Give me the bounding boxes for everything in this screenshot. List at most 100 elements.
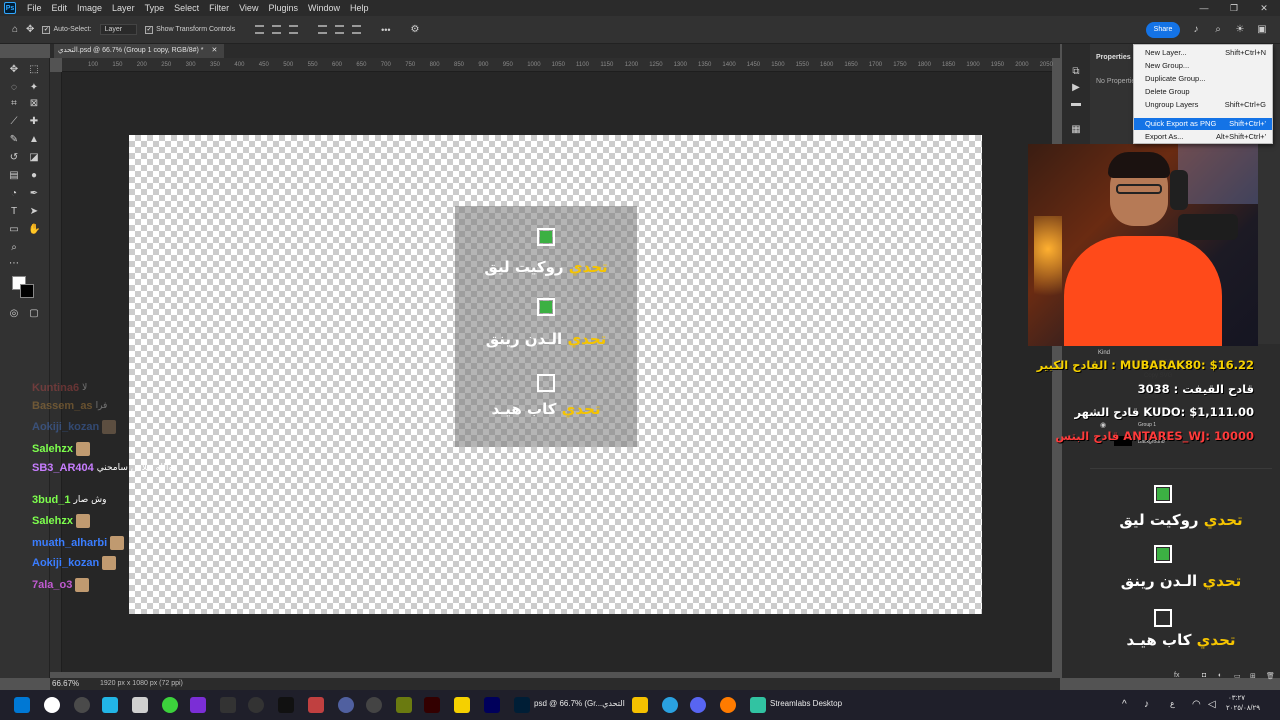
workspace-icon[interactable]: ☀ — [1234, 24, 1246, 36]
gradient-tool-icon[interactable]: ▤ — [8, 170, 20, 182]
background-color-swatch[interactable] — [20, 284, 34, 298]
maps-icon[interactable] — [44, 697, 60, 713]
properties-title[interactable]: Properties — [1096, 54, 1131, 61]
close-button[interactable]: ✕ — [1252, 0, 1276, 16]
streamlabs-icon[interactable] — [750, 697, 766, 713]
play-action-icon[interactable]: ▶ — [1070, 82, 1082, 94]
minimize-button[interactable]: — — [1192, 0, 1216, 16]
settings-gear-icon[interactable]: ⚙ — [411, 24, 420, 35]
menu-help[interactable]: Help — [345, 3, 374, 13]
screen-mode-icon[interactable]: ▢ — [28, 308, 40, 320]
maximize-button[interactable]: ❐ — [1222, 0, 1246, 16]
layer-select-dropdown[interactable]: Layer — [99, 24, 138, 35]
steam-icon[interactable] — [220, 697, 236, 713]
panels-icon[interactable]: ▣ — [1256, 24, 1268, 36]
calculator-icon[interactable] — [132, 697, 148, 713]
context-menu-item[interactable]: New Layer... Shift+Ctrl+N — [1134, 47, 1272, 59]
context-menu-item[interactable]: Quick Export as PNG Shift+Ctrl+' — [1134, 118, 1272, 130]
telegram-icon[interactable] — [662, 697, 678, 713]
menu-plugins[interactable]: Plugins — [263, 3, 303, 13]
menu-window[interactable]: Window — [303, 3, 345, 13]
wifi-icon[interactable]: ◠ — [1192, 699, 1201, 710]
new-layer-icon[interactable]: ⊞ — [1250, 672, 1256, 680]
app-icon[interactable] — [102, 697, 118, 713]
move-tool-icon[interactable]: ✥ — [26, 24, 34, 35]
type-tool-icon[interactable]: T — [8, 206, 20, 218]
stamp-tool-icon[interactable]: ▲ — [28, 134, 40, 146]
volume-icon[interactable]: ◁ — [1208, 699, 1216, 710]
history-panel-icon[interactable]: ⧉ — [1070, 66, 1082, 78]
challenge-group[interactable]: تحدي روكيت ليق تحدي الـدن رينق تحدي كاب … — [455, 206, 637, 447]
xbox-icon[interactable] — [162, 697, 178, 713]
menu-select[interactable]: Select — [169, 3, 204, 13]
illustrator-icon[interactable] — [424, 697, 440, 713]
adjustment-layer-icon[interactable]: ◐ — [1218, 672, 1222, 679]
zoom-tool-icon[interactable]: ⌕ — [8, 242, 20, 254]
hand-tool-icon[interactable]: ✋ — [28, 224, 40, 236]
photoshop-taskbar-label[interactable]: psd @ 66.7% (Gr...التحدي — [534, 699, 625, 708]
align-top-icon[interactable] — [318, 25, 328, 34]
file-explorer-icon[interactable] — [632, 697, 648, 713]
windows-start-icon[interactable] — [14, 697, 30, 713]
discord-icon[interactable] — [690, 697, 706, 713]
streamlabs-taskbar-label[interactable]: Streamlabs Desktop — [770, 699, 842, 708]
context-menu-item[interactable]: Delete Group — [1134, 86, 1272, 98]
path-select-icon[interactable]: ➤ — [28, 206, 40, 218]
context-menu-item[interactable]: Duplicate Group... — [1134, 73, 1272, 85]
chatgpt-icon[interactable] — [366, 697, 382, 713]
stream-deck-icon[interactable] — [278, 697, 294, 713]
align-middle-icon[interactable] — [335, 25, 345, 34]
4k-icon[interactable] — [248, 697, 264, 713]
sticky-notes-icon[interactable] — [454, 697, 470, 713]
blur-tool-icon[interactable]: ● — [28, 170, 40, 182]
menu-image[interactable]: Image — [72, 3, 107, 13]
marquee-tool-icon[interactable]: ⬚ — [28, 64, 40, 76]
libraries-icon[interactable]: ▦ — [1070, 124, 1082, 136]
menu-view[interactable]: View — [234, 3, 263, 13]
obs-icon[interactable] — [74, 697, 90, 713]
zoom-level[interactable]: 66.67% — [52, 679, 79, 688]
shape-tool-icon[interactable]: ▭ — [8, 224, 20, 236]
search-icon[interactable]: ⌕ — [1212, 24, 1224, 36]
show-transform-toggle[interactable]: ✓ Show Transform Controls — [145, 25, 235, 34]
history-brush-icon[interactable]: ↺ — [8, 152, 20, 164]
context-menu-item[interactable]: New Group... — [1134, 60, 1272, 72]
context-menu-item[interactable]: Ungroup Layers Shift+Ctrl+G — [1134, 99, 1272, 111]
photoshop-taskbar-icon[interactable] — [514, 697, 530, 713]
layer-mask-icon[interactable]: ◘ — [1202, 672, 1206, 679]
lasso-tool-icon[interactable]: ◌ — [8, 82, 20, 94]
menu-file[interactable]: File — [22, 3, 47, 13]
align-right-icon[interactable] — [289, 25, 299, 34]
frame-tool-icon[interactable]: ⊠ — [28, 98, 40, 110]
align-center-icon[interactable] — [272, 25, 282, 34]
share-button[interactable]: Share — [1146, 22, 1180, 38]
tray-expand-icon[interactable]: ^ — [1122, 699, 1127, 710]
home-icon[interactable]: ⌂ — [12, 24, 18, 35]
brush-tool-icon[interactable]: ✎ — [8, 134, 20, 146]
document-tab[interactable]: التحدي.psd @ 66.7% (Group 1 copy, RGB/8#… — [54, 44, 224, 58]
app2-icon[interactable] — [338, 697, 354, 713]
menu-filter[interactable]: Filter — [204, 3, 234, 13]
next-icon[interactable] — [190, 697, 206, 713]
eraser-tool-icon[interactable]: ◪ — [28, 152, 40, 164]
menu-type[interactable]: Type — [140, 3, 170, 13]
menu-edit[interactable]: Edit — [47, 3, 73, 13]
auto-select-toggle[interactable]: ✓ Auto-Select: — [42, 25, 92, 34]
quick-mask-icon[interactable]: ◎ — [8, 308, 20, 320]
chart-icon[interactable] — [396, 697, 412, 713]
layer-fx-icon[interactable]: fx — [1174, 672, 1179, 679]
new-group-icon[interactable]: ▭ — [1234, 672, 1241, 680]
dodge-tool-icon[interactable]: ◔ — [8, 188, 20, 200]
magic-wand-icon[interactable]: ✦ — [28, 82, 40, 94]
media-icon[interactable] — [308, 697, 324, 713]
menu-layer[interactable]: Layer — [107, 3, 140, 13]
premiere-icon[interactable] — [484, 697, 500, 713]
context-menu-item[interactable]: Export As... Alt+Shift+Ctrl+' — [1134, 131, 1272, 143]
firefox-icon[interactable] — [720, 697, 736, 713]
more-tools-icon[interactable]: ⋯ — [8, 258, 20, 270]
crop-tool-icon[interactable]: ⌗ — [8, 98, 20, 110]
clock-date[interactable]: ٢٠٢٥/٠٨/٢٩ — [1226, 704, 1260, 712]
eyedropper-icon[interactable]: ⟋ — [8, 116, 20, 128]
move-tool-icon[interactable]: ✥ — [8, 64, 20, 76]
bell-icon[interactable]: ♪ — [1190, 24, 1202, 36]
